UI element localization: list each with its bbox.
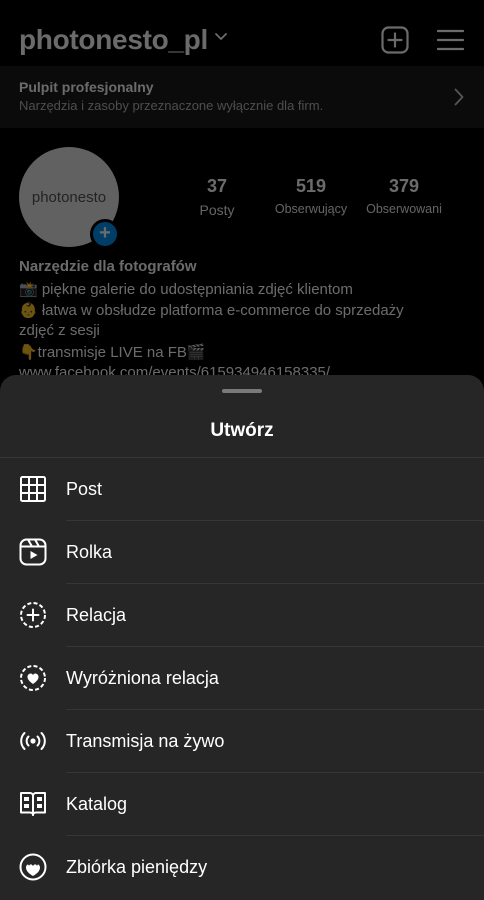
menu-item-label: Post [66,479,103,499]
grid-icon [20,476,46,502]
fundraiser-heart-icon [19,853,47,881]
menu-item-highlight[interactable]: Wyróżniona relacja [0,647,484,710]
chevron-right-icon [454,88,464,106]
bio-line: 📸 piękne galerie do udostępniania zdjęć … [19,281,353,298]
chevron-down-icon[interactable] [214,30,228,44]
bio-line: 👇transmisje LIVE na FB🎬 [19,344,206,361]
sheet-drag-handle[interactable] [222,389,262,393]
menu-item-fundraiser[interactable]: Zbiórka pieniędzy [0,836,484,899]
create-bottom-sheet: Utwórz Post Rolka Relacja Wyróżniona rel… [0,375,484,900]
menu-item-label: Wyróżniona relacja [66,668,219,688]
stat-value: 379 [388,176,420,196]
bio-line: zdjęć z sesji [19,322,100,339]
highlight-heart-icon [20,665,46,691]
bio-title: Narzędzie dla fotografów [19,258,197,275]
menu-item-live[interactable]: Transmisja na żywo [0,710,484,773]
menu-item-post[interactable]: Post [0,458,484,521]
hamburger-menu-icon[interactable] [437,28,464,52]
username-switcher[interactable]: photonesto_pl [19,24,208,56]
menu-item-story[interactable]: Relacja [0,584,484,647]
stat-label: Obserwowani [366,202,442,216]
add-story-plus-icon[interactable]: + [90,219,120,249]
menu-item-label: Rolka [66,542,113,562]
stat-followers[interactable]: 519 Obserwujący [261,176,361,216]
story-plus-icon [20,602,46,628]
sheet-title: Utwórz [210,420,274,441]
stat-following[interactable]: 379 Obserwowani [354,176,454,216]
menu-item-label: Zbiórka pieniędzy [66,857,208,877]
plus-square-icon[interactable] [381,26,409,54]
avatar-logo-text: photonesto [31,189,107,206]
menu-item-catalog[interactable]: Katalog [0,773,484,836]
professional-dashboard-banner[interactable]: Pulpit profesjonalny Narzędzia i zasoby … [0,66,484,128]
menu-item-label: Transmisja na żywo [66,731,225,751]
stat-value: 519 [295,176,327,196]
dashboard-title: Pulpit profesjonalny [19,79,154,95]
reels-icon [19,538,47,566]
live-broadcast-icon [20,732,46,750]
dashboard-subtitle: Narzędzia i zasoby przeznaczone wyłączni… [19,98,324,113]
stat-label: Posty [199,202,235,218]
bio-line: 👶 łatwa w obsłudze platforma e-commerce … [19,302,404,319]
stat-posts[interactable]: 37 Posty [167,176,267,218]
stat-value: 37 [206,176,228,196]
stat-label: Obserwujący [274,202,348,216]
catalog-book-icon [20,792,46,816]
menu-item-label: Katalog [66,794,128,814]
menu-item-reel[interactable]: Rolka [0,521,484,584]
menu-item-label: Relacja [66,605,127,625]
